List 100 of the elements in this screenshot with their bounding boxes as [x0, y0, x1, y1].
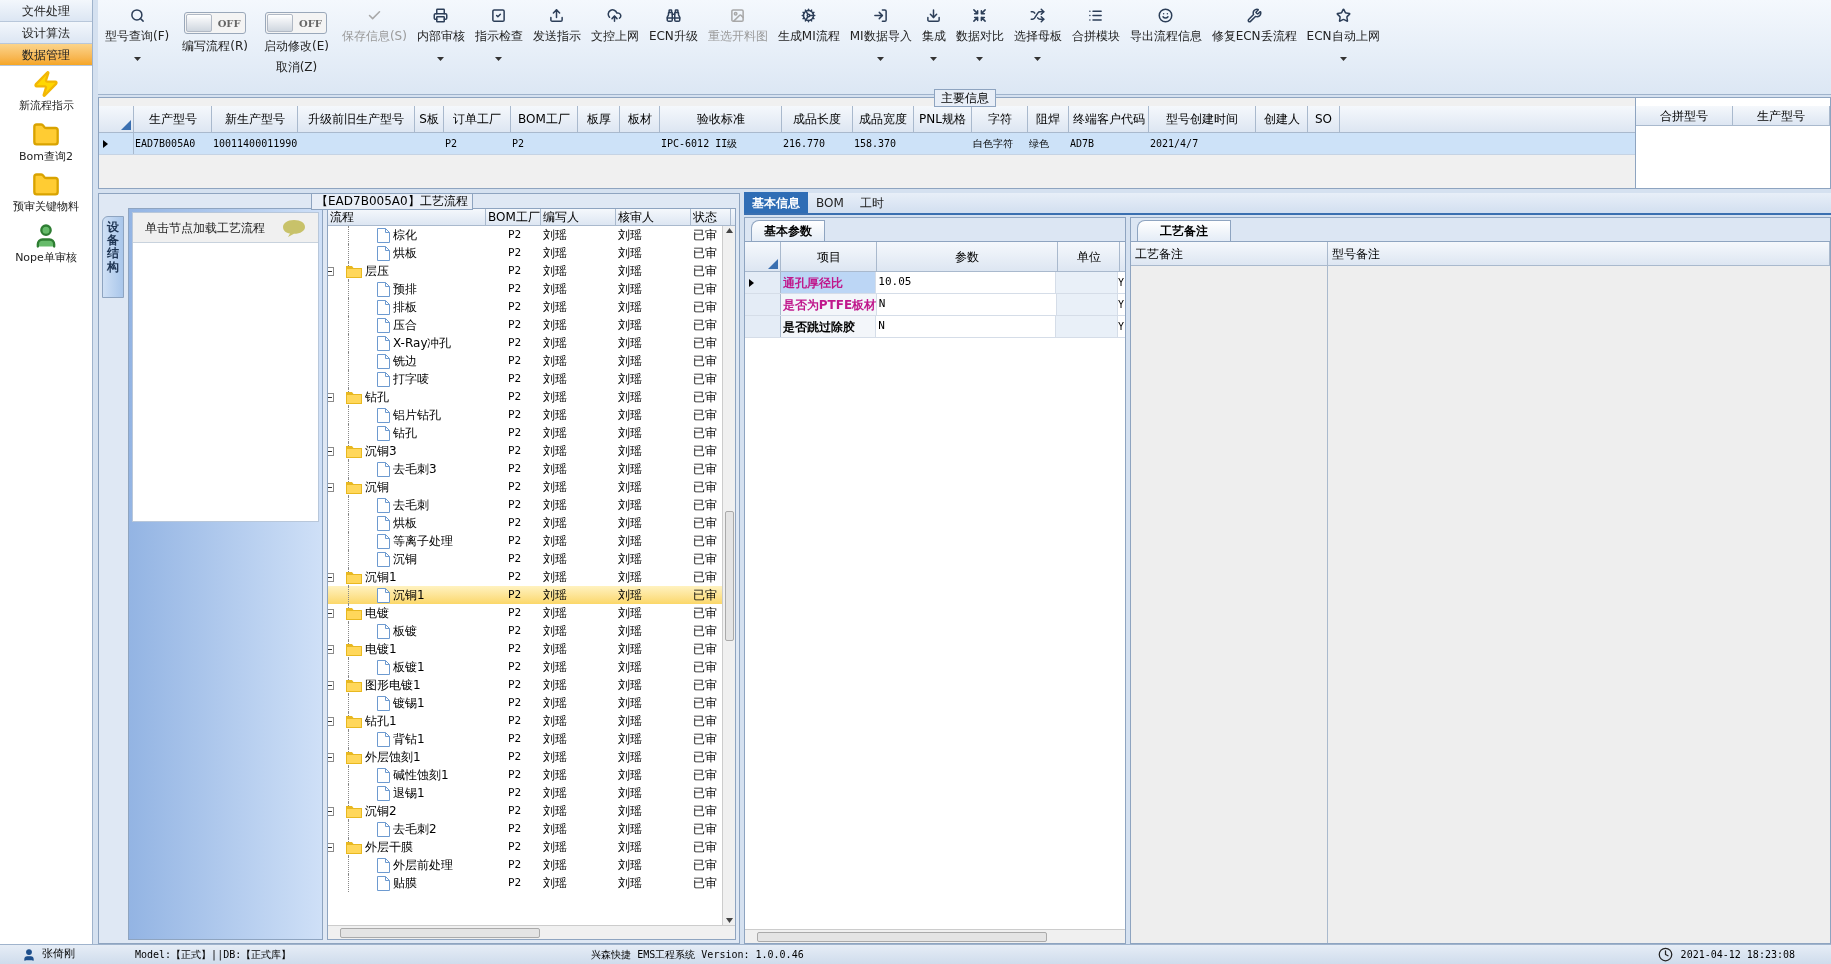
tree-row[interactable]: 沉铜 P2 刘瑶 刘瑶 已审 — [328, 550, 722, 568]
tree-row[interactable]: 外层蚀刻1 P2 刘瑶 刘瑶 已审 — [328, 748, 722, 766]
column-header[interactable]: 板厚 — [578, 106, 620, 132]
column-header[interactable]: 订单工厂 — [444, 106, 511, 132]
scrollbar[interactable] — [328, 925, 735, 939]
column-header[interactable]: 验收标准 — [660, 106, 782, 132]
nav-item[interactable]: 新流程指示 — [18, 70, 74, 115]
nav-item[interactable]: Nope单审核 — [15, 221, 77, 266]
column-header[interactable]: 生产型号 — [1733, 106, 1830, 125]
column-header[interactable]: 生产型号 — [134, 106, 212, 132]
toolbar-button[interactable]: ECN自动上网 — [1301, 0, 1385, 78]
tree-row[interactable]: 去毛刺 P2 刘瑶 刘瑶 已审 — [328, 496, 722, 514]
tree-row[interactable]: 等离子处理 P2 刘瑶 刘瑶 已审 — [328, 532, 722, 550]
toolbar-button[interactable]: 文控上网 — [585, 0, 644, 78]
table-row[interactable]: EAD7B005A0 10011400011990 P2 P2 IPC-6012 II级 216.770 158.370 白色字符 绿色 AD7B 2021/4/7 — [99, 133, 1635, 155]
column-header[interactable]: 创建人 — [1256, 106, 1308, 132]
toolbar-button[interactable]: 数据对比 — [950, 0, 1009, 78]
column-header[interactable]: 阻焊 — [1028, 106, 1069, 132]
column-header[interactable]: 成品长度 — [782, 106, 853, 132]
tree-row[interactable]: 钻孔 P2 刘瑶 刘瑶 已审 — [328, 424, 722, 442]
toolbar-button[interactable]: MI数据导入 — [844, 0, 917, 78]
column-header[interactable]: 型号创建时间 — [1149, 106, 1256, 132]
nav-tab[interactable]: 设计算法 — [0, 22, 92, 44]
tab[interactable]: 工时 — [851, 192, 892, 213]
tab[interactable]: 基本参数 — [751, 220, 825, 241]
tree-row[interactable]: 背钻1 P2 刘瑶 刘瑶 已审 — [328, 730, 722, 748]
toolbar-button[interactable]: 型号查询(F) — [100, 0, 175, 78]
toolbar-button[interactable]: 生成MI流程 — [772, 0, 845, 78]
tree-row[interactable]: 板镀1 P2 刘瑶 刘瑶 已审 — [328, 658, 722, 676]
column-header[interactable]: 状态 — [691, 209, 731, 225]
nav-tab[interactable]: 文件处理 — [0, 0, 92, 22]
expander-icon[interactable] — [328, 608, 334, 618]
tree-row[interactable]: 打字唛 P2 刘瑶 刘瑶 已审 — [328, 370, 722, 388]
toolbar-button[interactable]: 合拼模块 — [1066, 0, 1125, 78]
tree-row[interactable]: 铝片钻孔 P2 刘瑶 刘瑶 已审 — [328, 406, 722, 424]
toolbar-button[interactable]: 发送指示 — [527, 0, 586, 78]
expander-icon[interactable] — [328, 680, 334, 690]
tree-row[interactable]: 沉铜1 P2 刘瑶 刘瑶 已审 — [328, 586, 722, 604]
column-header[interactable]: 板材 — [620, 106, 660, 132]
toolbar-button[interactable]: 选择母板 — [1008, 0, 1067, 78]
toolbar-button[interactable]: 集成 — [916, 0, 951, 78]
tree-row[interactable]: X-Ray冲孔 P2 刘瑶 刘瑶 已审 — [328, 334, 722, 352]
toolbar-button[interactable]: 取消(Z) — [275, 58, 318, 76]
tab[interactable]: BOM — [808, 192, 852, 213]
table-row[interactable]: 是否跳过除胶 N Y — [745, 316, 1125, 338]
expander-icon[interactable] — [328, 482, 334, 492]
tree-row[interactable]: 沉铜3 P2 刘瑶 刘瑶 已审 — [328, 442, 722, 460]
tree-row[interactable]: 碱性蚀刻1 P2 刘瑶 刘瑶 已审 — [328, 766, 722, 784]
column-header[interactable]: 单位 — [1058, 242, 1120, 271]
table-row[interactable]: 通孔厚径比 10.05 Y — [745, 272, 1125, 294]
tree-row[interactable]: 外层干膜 P2 刘瑶 刘瑶 已审 — [328, 838, 722, 856]
expander-icon[interactable] — [328, 644, 334, 654]
column-header[interactable]: 核审人 — [616, 209, 691, 225]
tree-row[interactable]: 压合 P2 刘瑶 刘瑶 已审 — [328, 316, 722, 334]
tree-row[interactable]: 钻孔 P2 刘瑶 刘瑶 已审 — [328, 388, 722, 406]
table-cell[interactable]: 通孔厚径比 — [780, 272, 877, 293]
side-tab[interactable]: 设备结构 — [102, 216, 124, 298]
column-header[interactable]: S板 — [415, 106, 444, 132]
tree-row[interactable]: 电镀 P2 刘瑶 刘瑶 已审 — [328, 604, 722, 622]
tree-row[interactable]: 烘板 P2 刘瑶 刘瑶 已审 — [328, 244, 722, 262]
tree-row[interactable]: 镀锡1 P2 刘瑶 刘瑶 已审 — [328, 694, 722, 712]
tree-row[interactable]: 铣边 P2 刘瑶 刘瑶 已审 — [328, 352, 722, 370]
toolbar-button[interactable]: ECN升级 — [643, 0, 703, 78]
expander-icon[interactable] — [328, 266, 334, 276]
column-header[interactable]: 终端客户代码 — [1069, 106, 1149, 132]
tree-row[interactable]: 层压 P2 刘瑶 刘瑶 已审 — [328, 262, 722, 280]
scroll-thumb[interactable] — [724, 510, 734, 641]
column-header[interactable]: 编写人 — [541, 209, 616, 225]
expander-icon[interactable] — [328, 716, 334, 726]
tree-row[interactable]: 电镀1 P2 刘瑶 刘瑶 已审 — [328, 640, 722, 658]
expander-icon[interactable] — [328, 806, 334, 816]
column-header[interactable]: BOM工厂 — [511, 106, 578, 132]
tree-row[interactable]: 钻孔1 P2 刘瑶 刘瑶 已审 — [328, 712, 722, 730]
nav-item[interactable]: Bom查询2 — [19, 120, 73, 165]
column-header[interactable]: 工艺备注 — [1131, 242, 1328, 265]
column-header[interactable]: BOM工厂 — [486, 209, 541, 225]
tab[interactable]: 工艺备注 — [1137, 220, 1231, 241]
table-row[interactable]: 是否为PTFE板材 N Y — [745, 294, 1125, 316]
scrollbar[interactable] — [722, 226, 735, 925]
tree-row[interactable]: 退锡1 P2 刘瑶 刘瑶 已审 — [328, 784, 722, 802]
tree-row[interactable]: 沉铜2 P2 刘瑶 刘瑶 已审 — [328, 802, 722, 820]
column-header[interactable]: 流程 — [328, 209, 486, 225]
tree-row[interactable]: 去毛刺2 P2 刘瑶 刘瑶 已审 — [328, 820, 722, 838]
column-header[interactable]: SO — [1308, 106, 1340, 132]
expander-icon[interactable] — [328, 446, 334, 456]
tree-row[interactable]: 烘板 P2 刘瑶 刘瑶 已审 — [328, 514, 722, 532]
expander-icon[interactable] — [328, 572, 334, 582]
toggle-switch[interactable]: OFF — [265, 12, 328, 34]
toolbar-button[interactable]: 编写流程(R) — [182, 37, 248, 55]
tree-row[interactable]: 外层前处理 P2 刘瑶 刘瑶 已审 — [328, 856, 722, 874]
table-cell[interactable]: 是否跳过除胶 — [780, 316, 877, 337]
expander-icon[interactable] — [328, 842, 334, 852]
column-header[interactable]: 参数 — [877, 242, 1058, 271]
nav-item[interactable]: 预审关键物料 — [13, 171, 79, 216]
column-header[interactable]: PNL规格 — [914, 106, 972, 132]
scroll-down-icon[interactable] — [725, 918, 733, 923]
scroll-up-icon[interactable] — [725, 228, 733, 233]
column-header[interactable]: 项目 — [781, 242, 877, 271]
tab[interactable]: 基本信息 — [744, 192, 808, 213]
column-header[interactable]: 成品宽度 — [853, 106, 914, 132]
